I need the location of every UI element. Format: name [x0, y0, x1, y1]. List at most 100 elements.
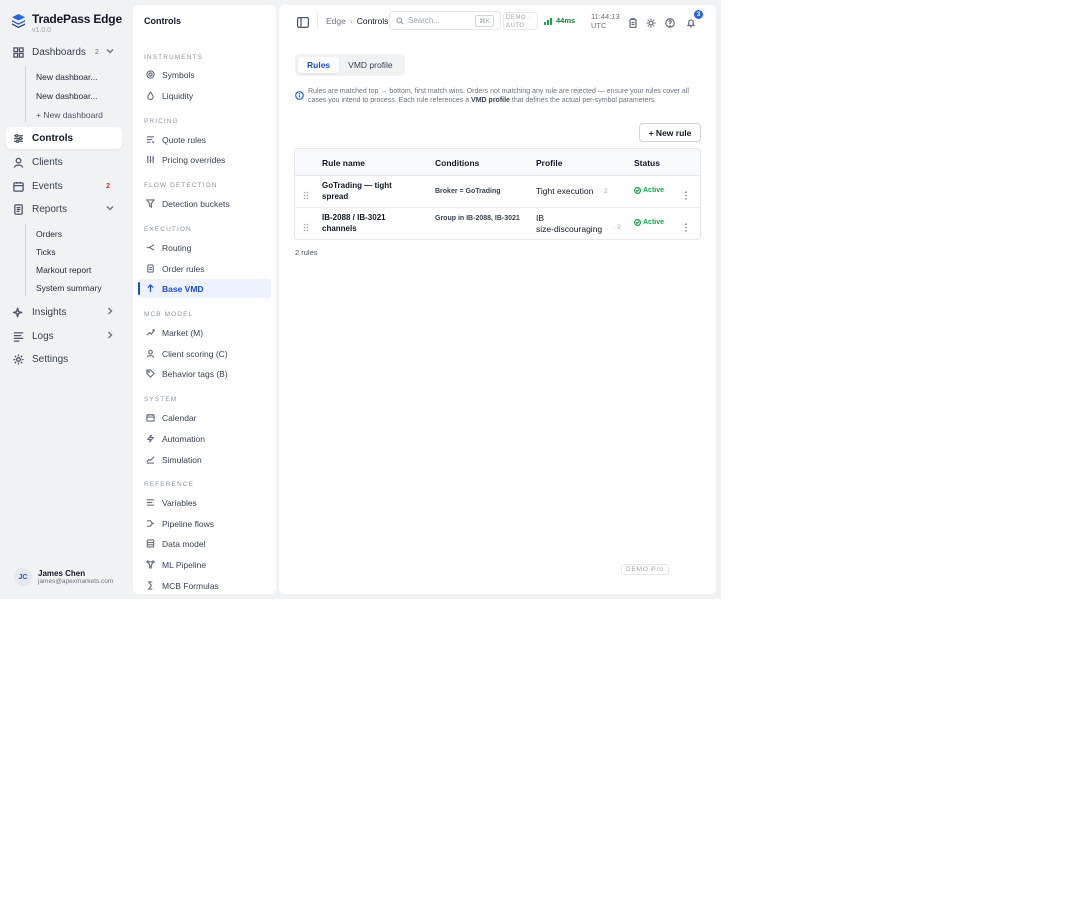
nav-logs[interactable]: Logs — [6, 325, 122, 347]
panel-item-base-vmd[interactable]: Base VMD — [138, 279, 271, 298]
panel-item-automation[interactable]: Automation — [138, 429, 271, 448]
user-icon — [13, 157, 24, 168]
divider — [317, 14, 318, 27]
panel-item-behavior-tags[interactable]: Behavior tags (B) — [138, 364, 271, 383]
panel-item-liquidity[interactable]: Liquidity — [138, 86, 271, 105]
topbar: Edge›Controls ⌘K DEMO · AUTO 44ms 11:44:… — [279, 5, 716, 38]
rule-name[interactable]: GoTrading — tight spread — [322, 181, 407, 202]
more-options-icon[interactable] — [684, 219, 688, 232]
search-icon — [396, 16, 404, 25]
report-item-system-summary[interactable]: System summary — [36, 283, 102, 293]
main-content: Edge›Controls ⌘K DEMO · AUTO 44ms 11:44:… — [279, 5, 716, 594]
status-badge: Active — [634, 219, 664, 226]
chevron-down-icon[interactable] — [106, 47, 114, 55]
lightning-icon — [146, 434, 155, 443]
rule-profile[interactable]: IB size‑discouraging — [536, 213, 602, 234]
chevron-down-icon[interactable] — [106, 204, 114, 212]
panel-item-label: Order rules — [162, 263, 205, 274]
tab-rules[interactable]: Rules — [298, 57, 340, 73]
nav-clients[interactable]: Clients — [6, 151, 122, 173]
panel-item-label: Detection buckets — [162, 198, 230, 209]
sidebar: TradePass Edge v1.0.0 Dashboards 2 New d… — [0, 0, 130, 599]
panel-item-pricing-overrides[interactable]: Pricing overrides — [138, 150, 271, 169]
sidebar-toggle-icon[interactable] — [297, 15, 310, 29]
panel-item-label: Pricing overrides — [162, 154, 226, 165]
nav-clients-label: Clients — [32, 156, 63, 168]
column-header-status[interactable]: Status — [634, 158, 660, 168]
signal-icon — [544, 17, 553, 25]
nav-controls[interactable]: Controls — [6, 127, 122, 149]
demo-pro-badge: DEMO Pro — [621, 564, 669, 575]
panel-item-order-rules[interactable]: Order rules — [138, 259, 271, 278]
panel-item-detection-buckets[interactable]: Detection buckets — [138, 194, 271, 213]
panel-item-label: Data model — [162, 538, 206, 549]
breadcrumb-root[interactable]: Edge — [326, 16, 346, 26]
mode-badge-line1: DEMO · — [506, 15, 531, 21]
events-count-badge: 2 — [106, 182, 110, 190]
sun-icon[interactable] — [646, 15, 656, 28]
panel-item-variables[interactable]: Variables — [138, 493, 271, 512]
dashboard-item[interactable]: New dashboar... — [36, 72, 97, 82]
column-header-rule-name[interactable]: Rule name — [322, 158, 365, 168]
new-dashboard-link[interactable]: + New dashboard — [36, 110, 103, 120]
table-row[interactable]: GoTrading — tight spread Broker = GoTrad… — [295, 176, 700, 208]
chart-line-icon — [146, 455, 155, 464]
clipboard-icon[interactable] — [628, 15, 638, 29]
info-text-part2: that defines the actual per‑symbol param… — [509, 97, 657, 105]
nav-events[interactable]: Events 2 — [6, 175, 122, 197]
clock-time: 11:44:13 — [591, 12, 620, 21]
search-input[interactable] — [408, 16, 470, 25]
report-item-markout[interactable]: Markout report — [36, 265, 91, 275]
user-profile[interactable]: JC James Chen james@apexmarkets.com — [14, 568, 113, 586]
more-options-icon[interactable] — [684, 187, 688, 200]
sliders-icon — [13, 133, 24, 144]
panel-item-routing[interactable]: Routing — [138, 238, 271, 257]
tab-vmd-profile[interactable]: VMD profile — [339, 57, 401, 73]
status-text: Active — [643, 187, 665, 194]
panel-item-simulation[interactable]: Simulation — [138, 450, 271, 469]
drag-handle-icon[interactable] — [303, 187, 309, 200]
sub-rail — [25, 66, 26, 122]
panel-item-ml-pipeline[interactable]: ML Pipeline — [138, 555, 271, 574]
group-label-instruments: INSTRUMENTS — [144, 54, 204, 61]
panel-item-label: Automation — [162, 433, 205, 444]
panel-item-quote-rules[interactable]: Quote rules — [138, 130, 271, 149]
panel-item-calendar[interactable]: Calendar — [138, 408, 271, 427]
rule-conditions: Group in IB‑2088, IB‑3021 — [435, 215, 520, 222]
help-icon[interactable] — [665, 15, 675, 28]
report-icon — [13, 203, 24, 215]
user-name: James Chen — [38, 569, 86, 578]
rule-name[interactable]: IB‑2088 / IB‑3021 channels — [322, 213, 407, 234]
panel-item-client-scoring[interactable]: Client scoring (C) — [138, 344, 271, 363]
search-box[interactable]: ⌘K — [389, 11, 501, 30]
calendar-icon — [146, 413, 155, 422]
column-header-profile[interactable]: Profile — [536, 158, 562, 168]
column-header-conditions[interactable]: Conditions — [435, 158, 479, 168]
mode-badge[interactable]: DEMO · AUTO — [503, 12, 538, 30]
panel-item-mcb-formulas[interactable]: MCB Formulas — [138, 576, 271, 595]
latency-value: 44ms — [556, 16, 576, 25]
drag-handle-icon[interactable] — [303, 219, 309, 232]
nav-dashboards[interactable]: Dashboards 2 — [6, 41, 122, 63]
nav-insights[interactable]: Insights — [6, 301, 122, 323]
document-icon — [146, 264, 155, 273]
report-item-ticks[interactable]: Ticks — [36, 247, 56, 257]
profile-count: · 2 — [600, 188, 608, 195]
panel-item-market[interactable]: Market (M) — [138, 323, 271, 342]
chevron-right-icon[interactable] — [106, 331, 114, 339]
report-item-orders[interactable]: Orders — [36, 229, 62, 239]
panel-item-data-model[interactable]: Data model — [138, 534, 271, 553]
sliders-vertical-icon — [146, 155, 155, 164]
new-rule-button[interactable]: + New rule — [639, 123, 701, 142]
nav-reports[interactable]: Reports — [6, 198, 122, 220]
group-label-reference: REFERENCE — [144, 481, 194, 488]
clock: 11:44:13 UTC — [591, 12, 620, 30]
chevron-right-icon[interactable] — [106, 307, 114, 315]
panel-item-symbols[interactable]: Symbols — [138, 65, 271, 84]
dashboard-item[interactable]: New dashboar... — [36, 91, 97, 101]
nav-settings[interactable]: Settings — [6, 348, 122, 370]
panel-item-pipeline-flows[interactable]: Pipeline flows — [138, 514, 271, 533]
check-circle-icon — [634, 187, 641, 194]
table-row[interactable]: IB‑2088 / IB‑3021 channels Group in IB‑2… — [295, 208, 700, 239]
calendar-icon — [13, 181, 24, 192]
